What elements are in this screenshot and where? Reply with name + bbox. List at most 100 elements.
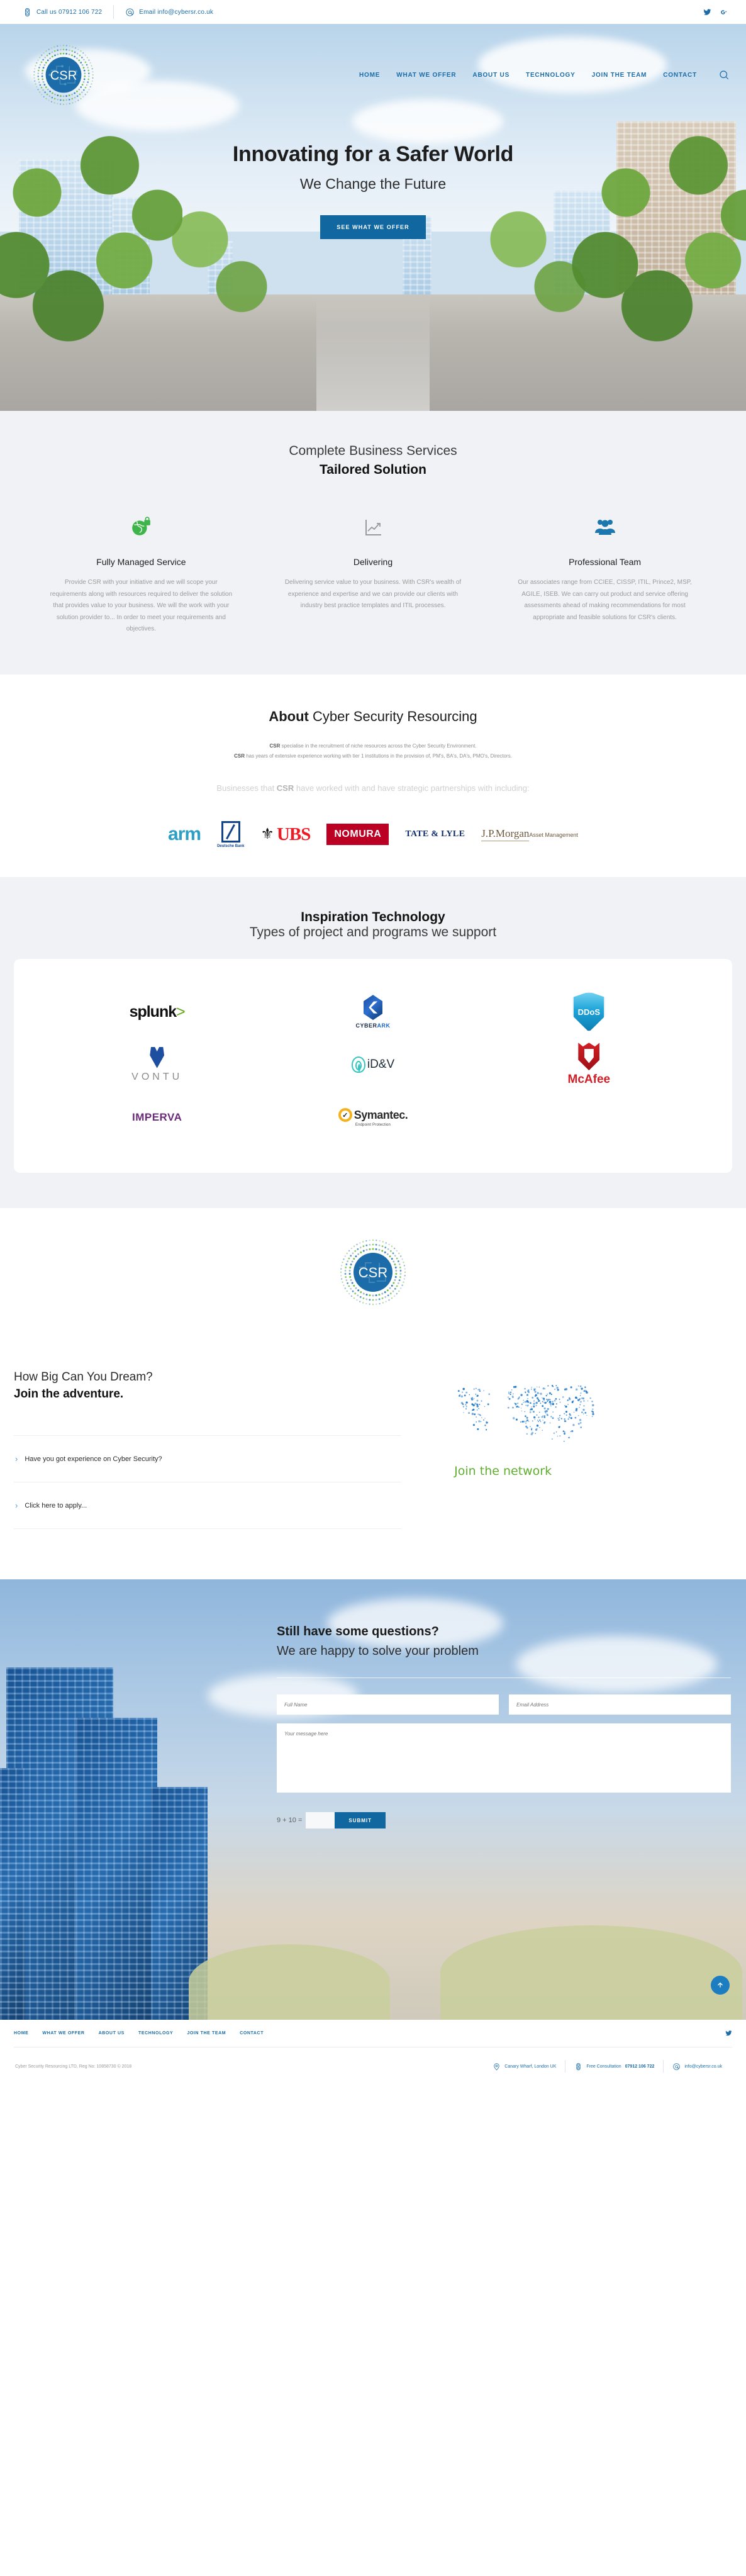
about-line-1: CSR specialise in the recruitment of nic… xyxy=(0,741,746,752)
service-card-text: Delivering service value to your busines… xyxy=(284,579,462,609)
top-bar: Call us 07912 106 722 Email info@cybersr… xyxy=(0,0,746,24)
globe-lock-icon xyxy=(47,514,236,540)
nav-item-home[interactable]: HOME xyxy=(359,72,380,79)
mcafee-shield-icon xyxy=(578,1043,600,1071)
hero-copy: Innovating for a Safer World We Change t… xyxy=(0,142,746,239)
submit-button[interactable]: SUBMIT xyxy=(335,1812,386,1829)
about-line-2-bold: CSR xyxy=(234,753,245,759)
cyberark-icon xyxy=(363,995,382,1021)
search-icon[interactable] xyxy=(718,69,730,81)
ubs-keys-icon: ⚜ xyxy=(260,826,274,843)
mcafee-wordmark: McAfee xyxy=(567,1073,611,1087)
twitter-icon[interactable] xyxy=(703,8,711,16)
about-line-2-text: has years of extensive experience workin… xyxy=(244,753,512,759)
footer-contact-group: Canary Wharf, London UK Free Consultatio… xyxy=(484,2060,731,2073)
join-subtitle: How Big Can You Dream? xyxy=(14,1370,153,1384)
footer-nav-technology[interactable]: TECHNOLOGY xyxy=(138,2031,173,2036)
email-link[interactable]: Email info@cybersr.co.uk xyxy=(113,5,225,19)
tech-logo-imperva: IMPERVA xyxy=(132,1091,182,1144)
logo-divider: CSR xyxy=(0,1208,746,1346)
growth-chart-icon xyxy=(279,514,468,540)
technology-title: Inspiration Technology xyxy=(301,910,445,925)
partners-intro-c: have worked with and have strategic part… xyxy=(294,783,530,793)
tech-logo-ddos: DDoS xyxy=(572,985,606,1038)
nav-item-what-we-offer[interactable]: WHAT WE OFFER xyxy=(396,72,456,79)
service-card-text: Our associates range from CCIEE, CISSP, … xyxy=(518,579,692,621)
scroll-to-top-button[interactable] xyxy=(711,1976,730,1995)
footer-email[interactable]: info@cybersr.co.uk xyxy=(663,2060,731,2073)
full-name-input[interactable] xyxy=(277,1694,499,1715)
phone-text: Call us 07912 106 722 xyxy=(36,8,103,16)
footer-location-text: Canary Wharf, London UK xyxy=(504,2064,557,2069)
google-plus-icon[interactable] xyxy=(720,8,728,16)
accordion-item-experience[interactable]: › Have you got experience on Cyber Secur… xyxy=(14,1436,402,1483)
footer-bottom: Cyber Security Resourcing LTD, Reg No: 1… xyxy=(14,2047,732,2088)
partners-intro-b: CSR xyxy=(276,783,294,793)
cyberark-wordmark: CYBERARK xyxy=(355,1022,391,1029)
footer-consultation-phone: 07912 106 722 xyxy=(625,2064,655,2069)
partner-logo-nomura: NOMURA xyxy=(326,824,389,846)
phone-icon xyxy=(25,8,30,16)
jpmorgan-division: Asset Management xyxy=(529,832,578,839)
services-section: Complete Business Services Tailored Solu… xyxy=(0,411,746,675)
symantec-check-icon: ✓ xyxy=(338,1108,352,1123)
technology-subtitle: Types of project and programs we support xyxy=(249,925,497,940)
service-card: Delivering Delivering service value to y… xyxy=(257,514,489,636)
services-cards: Fully Managed Service Provide CSR with y… xyxy=(0,514,746,636)
main-navigation: HOME WHAT WE OFFER ABOUT US TECHNOLOGY J… xyxy=(359,72,697,79)
location-pin-icon xyxy=(494,2063,499,2071)
partner-logo-arm: arm xyxy=(168,824,201,845)
accordion-item-apply[interactable]: › Click here to apply... xyxy=(14,1482,402,1530)
email-address-input[interactable] xyxy=(509,1694,731,1715)
partner-logos: arm Deutsche Bank ⚜ UBS NOMURA TATE & LY… xyxy=(0,818,746,851)
top-bar-social-group xyxy=(703,8,735,16)
nav-item-contact[interactable]: CONTACT xyxy=(663,72,697,79)
jpmorgan-name: J.P.Morgan xyxy=(481,827,530,842)
about-section: About Cyber Security Resourcing CSR spec… xyxy=(0,674,746,878)
logo[interactable]: CSR xyxy=(29,40,98,109)
footer-navigation: HOME WHAT WE OFFER ABOUT US TECHNOLOGY J… xyxy=(14,2030,732,2047)
partners-intro-a: Businesses that xyxy=(216,783,277,793)
captcha-input[interactable] xyxy=(306,1812,335,1829)
symantec-tagline: Endpoint Protection xyxy=(355,1123,391,1128)
partner-logo-ubs-label: UBS xyxy=(276,824,311,844)
message-textarea[interactable] xyxy=(277,1723,731,1793)
footer-nav-join-the-team[interactable]: JOIN THE TEAM xyxy=(187,2031,226,2036)
foliage-shape xyxy=(189,1944,390,2020)
footer-copyright: Cyber Security Resourcing LTD, Reg No: 1… xyxy=(15,2064,132,2069)
phone-link[interactable]: Call us 07912 106 722 xyxy=(11,5,113,19)
deutsche-bank-icon xyxy=(221,820,240,843)
join-left-column: How Big Can You Dream? Join the adventur… xyxy=(0,1370,418,1530)
about-heading-light: Cyber Security Resourcing xyxy=(312,708,477,724)
about-heading-bold: About xyxy=(269,708,309,724)
footer-consultation[interactable]: Free Consultation 07912 106 722 xyxy=(565,2060,663,2073)
services-subtitle: Complete Business Services xyxy=(289,444,457,458)
footer-location: Canary Wharf, London UK xyxy=(484,2060,565,2073)
splunk-wordmark: splunk> xyxy=(129,1002,186,1021)
service-card: Professional Team Our associates range f… xyxy=(489,514,721,636)
footer-nav-about-us[interactable]: ABOUT US xyxy=(99,2031,125,2036)
tech-logo-symantec: ✓ Symantec. Endpoint Protection xyxy=(338,1091,408,1144)
tech-logo-cyberark: CYBERARK xyxy=(355,985,390,1038)
see-what-we-offer-button[interactable]: SEE WHAT WE OFFER xyxy=(320,215,426,239)
about-body: CSR specialise in the recruitment of nic… xyxy=(0,741,746,763)
tech-logo-mcafee: McAfee xyxy=(567,1038,611,1091)
footer-nav-home[interactable]: HOME xyxy=(14,2031,28,2036)
footer-nav-contact[interactable]: CONTACT xyxy=(240,2031,264,2036)
contact-content: Still have some questions? We are happy … xyxy=(0,1579,746,1829)
captcha-question: 9 + 10 = xyxy=(277,1817,303,1825)
svg-text:CSR: CSR xyxy=(50,69,77,82)
ddos-label: DDoS xyxy=(577,1007,601,1017)
services-title: Tailored Solution xyxy=(320,462,426,477)
about-heading: About Cyber Security Resourcing xyxy=(0,708,746,725)
arrow-up-icon xyxy=(718,1982,723,1988)
svg-text:CSR: CSR xyxy=(359,1265,387,1280)
nav-item-join-the-team[interactable]: JOIN THE TEAM xyxy=(592,72,647,79)
footer-nav-what-we-offer[interactable]: WHAT WE OFFER xyxy=(42,2031,84,2036)
captcha-row: 9 + 10 = SUBMIT xyxy=(277,1812,731,1829)
world-map-dots-icon xyxy=(457,1385,594,1442)
symantec-wordmark: Symantec. xyxy=(354,1108,408,1121)
twitter-icon[interactable] xyxy=(725,2030,732,2037)
nav-item-technology[interactable]: TECHNOLOGY xyxy=(526,72,576,79)
nav-item-about-us[interactable]: ABOUT US xyxy=(472,72,509,79)
